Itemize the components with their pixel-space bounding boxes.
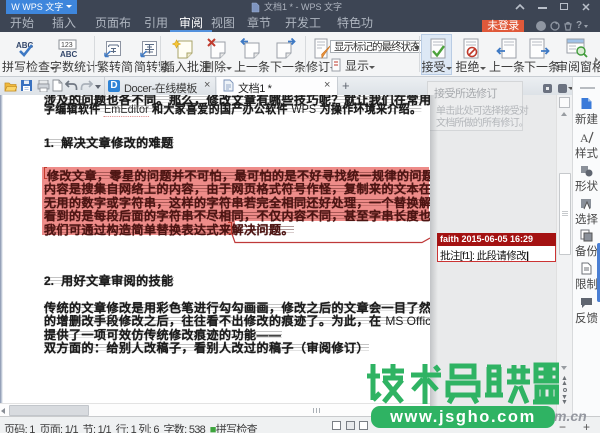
svg-text:A: A xyxy=(580,131,589,144)
svg-text:123: 123 xyxy=(61,42,73,49)
svg-text:ABC: ABC xyxy=(60,50,78,59)
